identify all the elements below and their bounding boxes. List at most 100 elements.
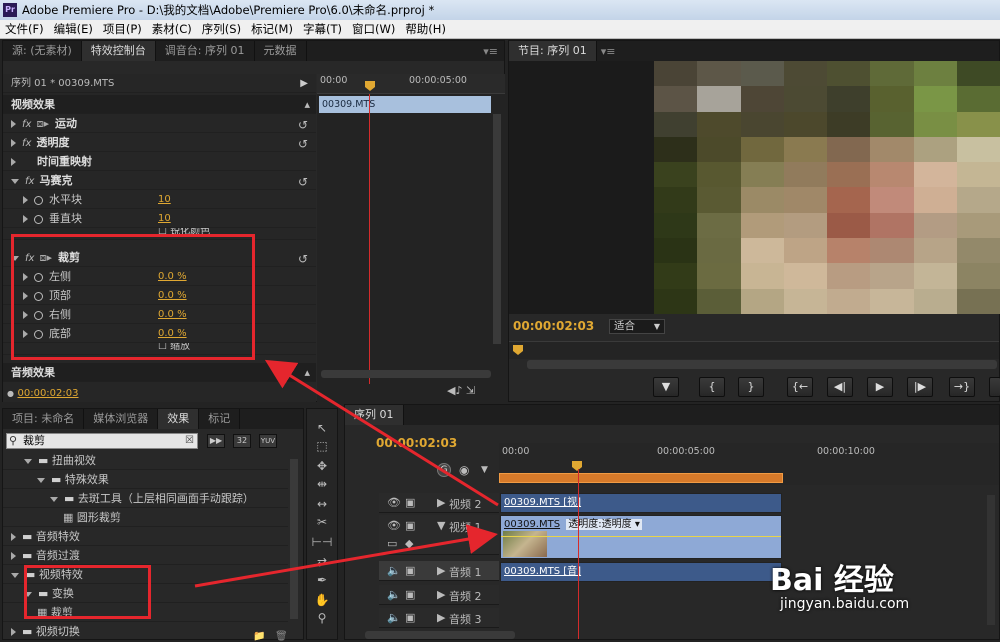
- track-header-video-1[interactable]: 👁 ▣ ▼ 视频 1 ▭ ◆: [379, 515, 499, 555]
- slip-tool-icon[interactable]: ⊢⊣: [311, 534, 333, 550]
- 32bit-filter-button[interactable]: 32: [233, 434, 251, 448]
- clip-audio-1[interactable]: 00309.MTS [音]: [500, 562, 782, 582]
- effect-row-motion[interactable]: fx ⧈▸ 运动 ↺: [3, 114, 316, 133]
- collapse-icon[interactable]: [11, 178, 19, 184]
- tab-media-browser[interactable]: 媒体浏览器: [84, 409, 159, 429]
- step-forward-button[interactable]: |▶: [907, 377, 933, 397]
- effects-tree-item[interactable]: ▬ 特殊效果: [3, 470, 288, 489]
- effect-controls-timecode[interactable]: 00:00:02:03: [17, 388, 78, 399]
- effect-row-time-remap[interactable]: 时间重映射: [3, 152, 316, 171]
- rate-stretch-tool-icon[interactable]: ↔: [311, 496, 333, 512]
- expand-track-icon[interactable]: ▶: [437, 564, 445, 577]
- slide-tool-icon[interactable]: ⇄: [311, 554, 333, 570]
- more-controls-button[interactable]: [989, 377, 1000, 397]
- stopwatch-icon[interactable]: [34, 195, 43, 205]
- v-blocks-value[interactable]: 10: [158, 209, 171, 228]
- lock-icon[interactable]: ▣: [405, 496, 415, 509]
- expand-track-icon[interactable]: ▶: [437, 611, 445, 624]
- play-only-icon[interactable]: ▶: [300, 74, 308, 93]
- menu-project[interactable]: 项目(P): [98, 20, 147, 38]
- effects-tree-scrollbar[interactable]: [290, 459, 298, 619]
- tab-metadata[interactable]: 元数据: [255, 41, 307, 61]
- mini-clip-bar[interactable]: 00309.MTS: [319, 96, 491, 113]
- effects-tree-item[interactable]: ▬ 扭曲视效: [3, 451, 288, 470]
- effect-row-mosaic[interactable]: fx 马赛克 ↺: [3, 171, 316, 190]
- menu-marker[interactable]: 标记(M): [246, 20, 298, 38]
- folder-toggle-icon[interactable]: [11, 628, 16, 636]
- folder-toggle-icon[interactable]: [37, 477, 45, 483]
- effects-tree-item[interactable]: ▦ 圆形裁剪: [3, 508, 288, 527]
- mark-in-button[interactable]: {: [699, 377, 725, 397]
- program-timecode[interactable]: 00:00:02:03: [513, 319, 594, 333]
- collapse-up-icon[interactable]: ▴: [304, 95, 310, 114]
- timeline-timecode[interactable]: 00:00:02:03: [376, 436, 457, 450]
- program-scrubber[interactable]: [509, 341, 999, 359]
- stopwatch-icon[interactable]: [34, 214, 43, 224]
- param-row-h-blocks[interactable]: 水平块 10: [3, 190, 316, 209]
- collapse-up-icon[interactable]: ▴: [304, 363, 310, 382]
- menu-sequence[interactable]: 序列(S): [197, 20, 246, 38]
- lock-icon[interactable]: ▣: [405, 564, 415, 577]
- effects-tree-item[interactable]: ▬ 视频切换: [3, 622, 288, 639]
- fx-icon[interactable]: fx: [25, 176, 34, 187]
- folder-toggle-icon[interactable]: [11, 552, 16, 560]
- keyframe-icon[interactable]: ◆: [405, 537, 413, 550]
- mini-scrollbar[interactable]: [493, 114, 501, 344]
- selection-tool-icon[interactable]: ↖: [311, 420, 333, 436]
- clear-search-icon[interactable]: ☒: [185, 434, 194, 448]
- fx-icon[interactable]: fx: [22, 138, 31, 149]
- tab-source[interactable]: 源: (无素材): [3, 41, 82, 61]
- snap-icon[interactable]: G: [437, 463, 451, 477]
- new-bin-icon[interactable]: 📁: [253, 631, 265, 642]
- effects-search-field[interactable]: ⚲ 裁剪 ☒: [6, 433, 198, 449]
- lock-icon[interactable]: ▣: [405, 588, 415, 601]
- expand-icon[interactable]: [11, 139, 16, 147]
- tab-audio-mixer[interactable]: 调音台: 序列 01: [156, 41, 255, 61]
- folder-toggle-icon[interactable]: [11, 572, 19, 578]
- effects-tree-item[interactable]: ▬ 去斑工具（上层相同画面手动跟踪）: [3, 489, 288, 508]
- track-header-audio-1[interactable]: 🔈 ▣ ▶ 音频 1: [379, 561, 499, 581]
- folder-toggle-icon[interactable]: [50, 496, 58, 502]
- track-select-tool-icon[interactable]: ⬚: [311, 438, 333, 454]
- step-back-button[interactable]: ◀|: [827, 377, 853, 397]
- tab-program[interactable]: 节目: 序列 01: [509, 41, 597, 61]
- export-icons[interactable]: ◀♪ ⇲: [447, 384, 475, 397]
- zoom-tool-icon[interactable]: ⚲: [311, 610, 333, 626]
- tab-effects[interactable]: 效果: [158, 409, 200, 429]
- fit-dropdown[interactable]: 适合 ▼: [609, 319, 665, 334]
- tab-sequence-01[interactable]: 序列 01: [345, 405, 404, 425]
- effect-icon[interactable]: ▦: [63, 511, 77, 524]
- collapse-track-icon[interactable]: ▼: [437, 519, 445, 532]
- menu-help[interactable]: 帮助(H): [400, 20, 451, 38]
- menu-file[interactable]: 文件(F): [0, 20, 49, 38]
- expand-track-icon[interactable]: ▶: [437, 496, 445, 509]
- eye-icon[interactable]: 👁: [387, 496, 401, 509]
- ripple-edit-tool-icon[interactable]: ✥: [311, 458, 333, 474]
- tab-markers[interactable]: 标记: [199, 409, 241, 429]
- go-to-out-button[interactable]: →}: [949, 377, 975, 397]
- program-zoom-scrollbar[interactable]: [527, 360, 997, 369]
- lock-icon[interactable]: ▣: [405, 519, 415, 532]
- panel-menu-icon[interactable]: ▾≡: [597, 45, 616, 58]
- expand-track-icon[interactable]: ▶: [437, 588, 445, 601]
- speaker-icon[interactable]: 🔈: [387, 564, 401, 577]
- work-area-bar[interactable]: [499, 473, 783, 483]
- expand-icon[interactable]: [11, 120, 16, 128]
- timeline-vertical-scrollbar[interactable]: [987, 495, 995, 625]
- hand-tool-icon[interactable]: ✋: [311, 592, 333, 608]
- folder-toggle-icon[interactable]: [11, 533, 16, 541]
- expand-icon[interactable]: [11, 158, 16, 166]
- tab-project[interactable]: 项目: 未命名: [3, 409, 85, 429]
- menu-clip[interactable]: 素材(C): [147, 20, 197, 38]
- clip-video-2[interactable]: 00309.MTS [视]: [500, 493, 782, 513]
- menu-edit[interactable]: 编辑(E): [49, 20, 98, 38]
- add-marker-button[interactable]: ▼: [653, 377, 679, 397]
- display-style-icon[interactable]: ▭: [387, 537, 397, 550]
- expand-icon[interactable]: [23, 215, 28, 223]
- track-header-audio-2[interactable]: 🔈 ▣ ▶ 音频 2: [379, 585, 499, 605]
- sequence-marker-icon[interactable]: ◉: [459, 463, 469, 477]
- mini-ruler[interactable]: 00:00 00:00:05:00: [317, 74, 505, 94]
- fx-icon[interactable]: fx: [22, 119, 31, 130]
- track-header-video-2[interactable]: 👁 ▣ ▶ 视频 2: [379, 493, 499, 513]
- mark-out-button[interactable]: }: [738, 377, 764, 397]
